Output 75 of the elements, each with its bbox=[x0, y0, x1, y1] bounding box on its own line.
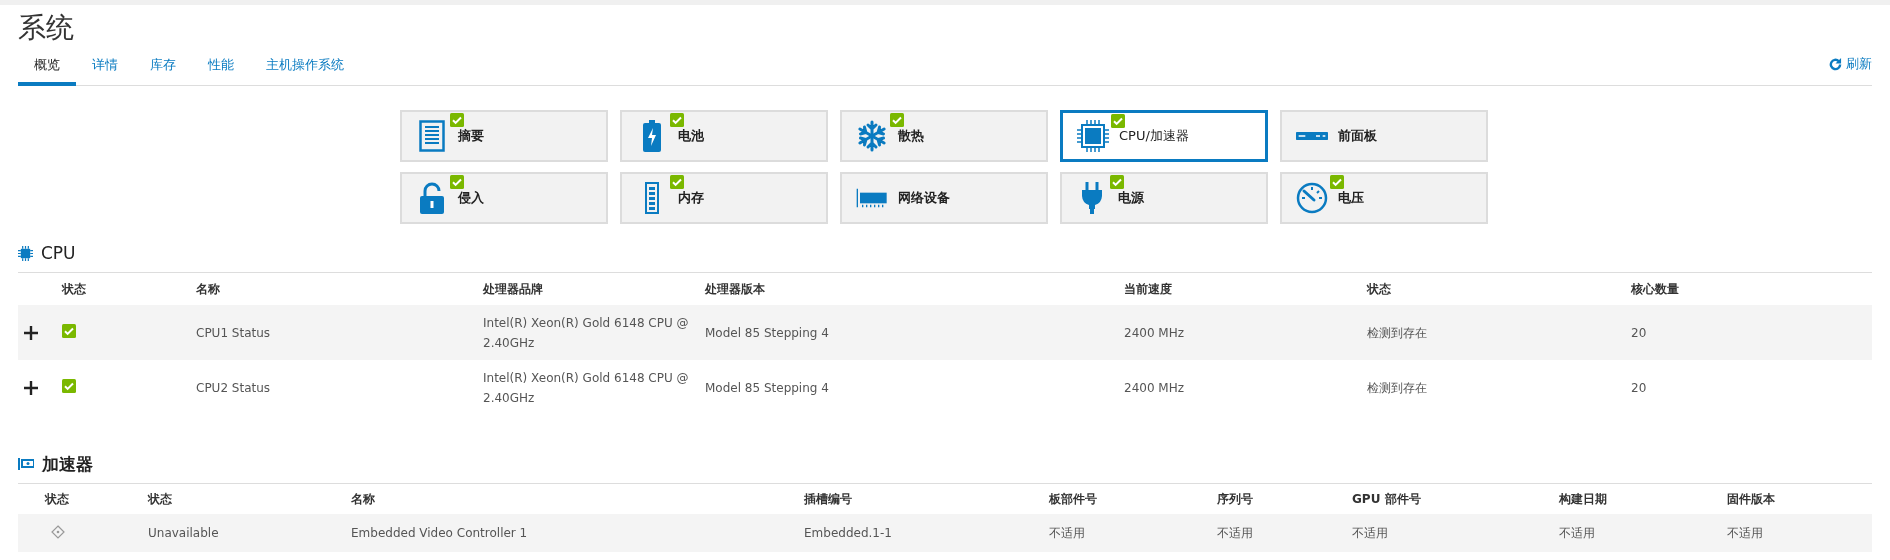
column-header: 处理器版本 bbox=[705, 280, 766, 298]
table-cell-text: 不适用 bbox=[1727, 525, 1764, 542]
column-header: 板部件号 bbox=[1049, 490, 1098, 508]
column-header: 固件版本 bbox=[1727, 490, 1776, 508]
tile-label: 网络设备 bbox=[898, 189, 950, 207]
category-tile[interactable]: 网络设备 bbox=[840, 172, 1048, 224]
category-tile[interactable]: 散热 bbox=[840, 110, 1048, 162]
video-card-icon bbox=[18, 458, 34, 470]
category-tile[interactable]: 电池 bbox=[620, 110, 828, 162]
expand-button[interactable] bbox=[22, 378, 40, 397]
category-tile[interactable]: 内存 bbox=[620, 172, 828, 224]
table-cell-text: Embedded Video Controller 1 bbox=[351, 525, 529, 542]
tile-label: CPU/加速器 bbox=[1119, 127, 1189, 145]
column-header: 状态 bbox=[148, 490, 173, 508]
column-header: 名称 bbox=[196, 280, 221, 298]
expand-button[interactable] bbox=[22, 323, 40, 342]
column-header: 状态 bbox=[45, 490, 70, 508]
refresh-icon[interactable] bbox=[1829, 57, 1842, 71]
chip-icon bbox=[18, 245, 33, 261]
panel-icon bbox=[1296, 130, 1328, 142]
table-cell-text: 检测到存在 bbox=[1367, 324, 1428, 342]
tile-label: 散热 bbox=[898, 127, 924, 145]
category-tile[interactable]: 前面板 bbox=[1280, 110, 1488, 162]
table-cell-text: Model 85 Stepping 4 bbox=[705, 379, 830, 397]
table-cell-text: 检测到存在 bbox=[1367, 379, 1428, 397]
table-cell-text: 不适用 bbox=[1049, 525, 1086, 542]
tab[interactable]: 详情 bbox=[76, 56, 134, 86]
section-title: 加速器 bbox=[42, 452, 93, 476]
snowflake-icon bbox=[856, 120, 888, 152]
tile-label: 前面板 bbox=[1338, 127, 1377, 145]
column-header: 构建日期 bbox=[1559, 490, 1608, 508]
section-title: CPU bbox=[41, 243, 76, 263]
category-tile[interactable]: CPU/加速器 bbox=[1060, 110, 1268, 162]
chip-icon bbox=[1077, 120, 1109, 152]
table-cell-text: 20 bbox=[1631, 379, 1648, 397]
column-header: GPU 部件号 bbox=[1352, 490, 1422, 508]
refresh-link[interactable]: 刷新 bbox=[1846, 55, 1872, 73]
column-header: 名称 bbox=[351, 490, 376, 508]
tile-label: 内存 bbox=[678, 189, 704, 207]
category-tile[interactable]: 摘要 bbox=[400, 110, 608, 162]
column-header: 状态 bbox=[1367, 280, 1392, 298]
column-header: 当前速度 bbox=[1124, 280, 1173, 298]
tab[interactable]: 性能 bbox=[192, 56, 250, 86]
column-header: 序列号 bbox=[1217, 490, 1254, 508]
tile-label: 摘要 bbox=[458, 127, 484, 145]
column-header: 插槽编号 bbox=[804, 490, 853, 508]
tile-label: 电压 bbox=[1338, 189, 1364, 207]
table-cell-text: CPU2 Status bbox=[196, 379, 272, 397]
gauge-icon bbox=[1296, 182, 1328, 214]
table-cell-text: 不适用 bbox=[1217, 525, 1254, 542]
column-header: 处理器品牌 bbox=[483, 280, 544, 298]
table-cell-text: Embedded.1-1 bbox=[804, 525, 893, 542]
column-header: 状态 bbox=[62, 280, 87, 298]
category-tile[interactable]: 电压 bbox=[1280, 172, 1488, 224]
table-cell-text: Intel(R) Xeon(R) Gold 6148 CPU @ 2.40GHz bbox=[483, 369, 690, 407]
table-cell-text: Model 85 Stepping 4 bbox=[705, 324, 830, 342]
category-tile[interactable]: 侵入 bbox=[400, 172, 608, 224]
tile-label: 电源 bbox=[1118, 189, 1144, 207]
tab[interactable]: 库存 bbox=[134, 56, 192, 86]
table-cell-text: Intel(R) Xeon(R) Gold 6148 CPU @ 2.40GHz bbox=[483, 314, 690, 352]
table-cell-text: CPU1 Status bbox=[196, 324, 272, 342]
table-cell-text: 2400 MHz bbox=[1124, 379, 1186, 397]
tile-label: 侵入 bbox=[458, 189, 484, 207]
table-cell-text: 不适用 bbox=[1559, 525, 1596, 542]
tab[interactable]: 概览 bbox=[18, 56, 76, 86]
page-title: 系统 bbox=[18, 10, 75, 46]
table-cell-text: Unavailable bbox=[148, 525, 220, 542]
tab[interactable]: 主机操作系统 bbox=[250, 56, 360, 86]
list-icon bbox=[416, 120, 448, 152]
table-cell-text: 2400 MHz bbox=[1124, 324, 1186, 342]
table-cell-text: 20 bbox=[1631, 324, 1648, 342]
table-cell-text: 不适用 bbox=[1352, 525, 1389, 542]
tile-label: 电池 bbox=[678, 127, 704, 145]
column-header: 核心数量 bbox=[1631, 280, 1680, 298]
category-tile[interactable]: 电源 bbox=[1060, 172, 1268, 224]
